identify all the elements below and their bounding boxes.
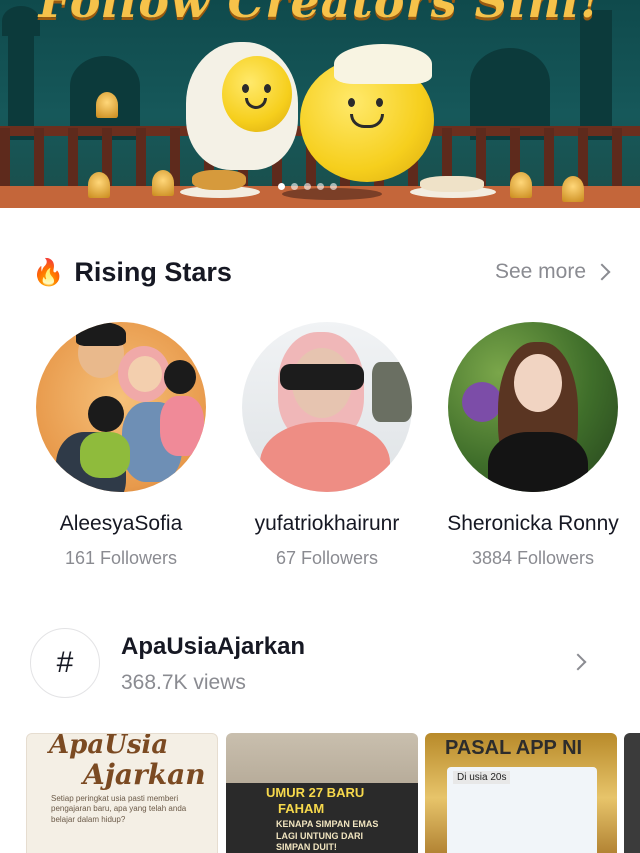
carousel-dot[interactable]: [330, 183, 337, 190]
lantern: [152, 170, 174, 196]
thumb-text: KENAPA SIMPAN EMAS LAGI UNTUNG DARI SIMP…: [276, 819, 379, 853]
rising-stars-title: Rising Stars: [74, 256, 232, 287]
video-thumbnail-strip: ApaUsia Ajarkan Setiap peringkat usia pa…: [26, 733, 640, 853]
thumb-text: Setiap peringkat usia pasti memberi peng…: [51, 794, 187, 824]
carousel-dot[interactable]: [317, 183, 324, 190]
section-title: 🔥 Rising Stars: [32, 257, 232, 288]
creator-followers: 161 Followers: [64, 548, 178, 568]
lantern: [88, 172, 110, 198]
avatar[interactable]: [242, 322, 412, 492]
food: [192, 170, 246, 190]
thumb-text: PASAL APP NI: [445, 737, 583, 759]
see-more-link[interactable]: See more: [494, 260, 611, 284]
mascot-cap: [334, 44, 432, 84]
thumb-text: Ajarkan: [83, 758, 206, 791]
minaret-right: [580, 10, 612, 140]
creator-name[interactable]: Sheronicka Ronny: [433, 512, 633, 536]
creator-name[interactable]: AleesyaSofia: [21, 512, 221, 536]
banner-title: Follow Creators Sini!: [38, 0, 602, 28]
creator-card[interactable]: yufatriokhairunr 67 Followers: [227, 322, 427, 569]
hashtag-icon: #: [30, 628, 100, 698]
fire-icon: 🔥: [32, 256, 65, 287]
creator-list: AleesyaSofia 161 Followers yufatriokhair…: [0, 322, 640, 572]
lantern: [562, 176, 584, 202]
rising-stars-header: 🔥 Rising Stars See more: [32, 252, 611, 292]
video-thumbnail[interactable]: [624, 733, 640, 853]
video-thumbnail[interactable]: UMUR 27 BARU FAHAM KENAPA SIMPAN EMAS LA…: [226, 733, 418, 853]
avatar[interactable]: [448, 322, 618, 492]
creator-card[interactable]: AleesyaSofia 161 Followers: [21, 322, 221, 569]
hashtag-row[interactable]: # ApaUsiaAjarkan 368.7K views: [30, 628, 610, 700]
thumb-text: ApaUsia: [49, 733, 169, 760]
hashtag-symbol: #: [56, 646, 74, 679]
creator-followers: 67 Followers: [275, 548, 379, 568]
carousel-dot[interactable]: [291, 183, 298, 190]
carousel-dot[interactable]: [304, 183, 311, 190]
thumb-text: Di usia 20s: [453, 771, 511, 784]
creator-card[interactable]: Sheronicka Ronny 3884 Followers: [433, 322, 633, 569]
hashtag-views: 368.7K views: [121, 671, 246, 694]
creator-name[interactable]: yufatriokhairunr: [227, 512, 427, 536]
carousel-indicator: [278, 183, 337, 190]
lantern-left: [96, 92, 118, 118]
food: [420, 176, 484, 192]
hashtag-name: ApaUsiaAjarkan: [121, 633, 306, 660]
lantern: [510, 172, 532, 198]
see-more-label: See more: [494, 260, 586, 283]
chevron-right-icon: [593, 263, 611, 281]
video-thumbnail[interactable]: ApaUsia Ajarkan Setiap peringkat usia pa…: [26, 733, 218, 853]
mascot-left-face: [222, 56, 292, 132]
promo-banner[interactable]: Follow Creators Sini!: [0, 0, 640, 208]
avatar[interactable]: [36, 322, 206, 492]
minaret-left: [8, 20, 34, 140]
thumb-text: FAHAM: [278, 801, 325, 816]
creator-followers: 3884 Followers: [471, 548, 595, 568]
video-thumbnail[interactable]: PASAL APP NI Di usia 20s: [425, 733, 617, 853]
chevron-right-icon[interactable]: [569, 653, 587, 671]
carousel-dot[interactable]: [278, 183, 285, 190]
thumb-text: UMUR 27 BARU: [266, 785, 365, 800]
